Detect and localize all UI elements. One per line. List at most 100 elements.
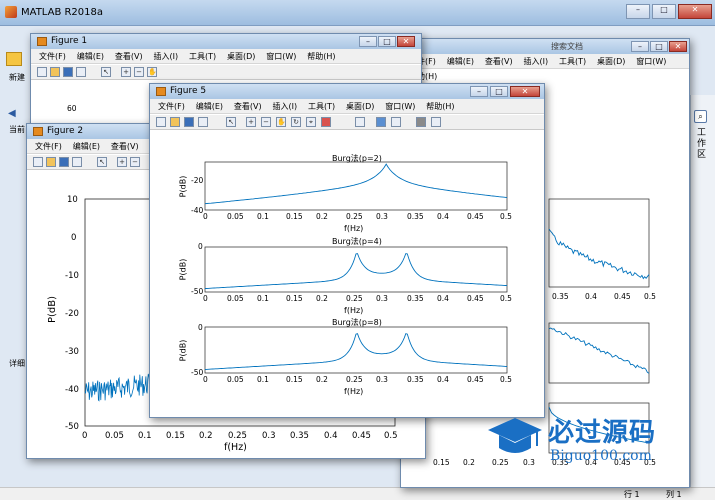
subplot-p4-ylabel: P(dB) [178,258,188,281]
watermark: 必过源码 Biguo100.com [484,410,684,468]
xtick: 0.3 [376,375,388,384]
xtick: 0 [203,294,208,303]
subplot-p2-xticks: 0 0.05 0.1 0.15 0.2 0.25 0.3 0.35 0.4 0.… [150,212,544,222]
figure-icon [37,37,47,46]
graduation-cap-logo-icon [488,418,542,453]
xtick: 0.2 [316,212,328,221]
subplot-p4-title: Burg法(p=4) [332,237,382,246]
watermark-brand: 必过源码 [548,418,657,448]
xtick: 0.5 [644,292,656,301]
ytick: -20 [65,309,79,319]
xtick: 0.3 [262,431,276,441]
xtick: 0.25 [228,431,247,441]
xtick: 0.5 [500,375,512,384]
ytick: -40 [65,385,79,395]
xtick: 0.05 [227,212,244,221]
figure-1-menubar: 文件(F) 编辑(E) 查看(V) 插入(I) 工具(T) 桌面(D) 窗口(W… [31,49,421,64]
menu-insert[interactable]: 插入(I) [153,49,178,64]
pointer-icon[interactable]: ↖ [101,67,111,77]
new-label[interactable]: 新建 [9,72,25,83]
search-icon[interactable]: ⌕ [694,110,707,123]
print-icon[interactable] [76,67,86,77]
xtick: 0.1 [138,431,152,441]
xtick: 0.05 [227,375,244,384]
xtick: 0.15 [166,431,185,441]
matlab-logo-icon [5,6,17,18]
maximize-icon[interactable]: □ [378,36,396,47]
minimize-icon[interactable]: – [626,4,650,19]
status-col: 列 1 [666,490,682,499]
xtick: 0.4 [437,294,449,303]
menu-file[interactable]: 文件(F) [39,49,66,64]
menu-edit[interactable]: 编辑(E) [77,49,104,64]
xtick: 0.15 [286,294,303,303]
close-icon[interactable]: ✕ [397,36,415,47]
matlab-title: MATLAB R2018a [21,7,104,18]
minimize-icon[interactable]: – [359,36,377,47]
ytick: 0 [198,242,203,251]
new-figure-icon[interactable] [37,67,47,77]
xtick: 0.45 [467,294,484,303]
xtick: 0.1 [257,294,269,303]
xtick: 0.4 [437,212,449,221]
status-bar: 行 1 列 1 [0,487,715,500]
subplot-p8-title: Burg法(p=8) [332,318,382,327]
xtick: 0.1 [257,375,269,384]
watermark-url: Biguo100.com [550,448,652,464]
ytick: -20 [191,176,204,185]
bottom-xtick: 0.2 [463,458,475,467]
menu-tools[interactable]: 工具(T) [189,49,216,64]
subplot-p8-ylabel: P(dB) [178,339,188,362]
figure-1-toolbar: ↖ + − ✋ [31,65,421,80]
subplot-p4-xlabel: f(Hz) [344,306,364,315]
xtick: 0.35 [407,294,424,303]
ytick: 10 [67,195,78,205]
ytick: 0 [71,233,77,243]
xtick: 0 [82,431,88,441]
menu-help[interactable]: 帮助(H) [307,49,335,64]
xtick: 0 [203,375,208,384]
menu-desktop[interactable]: 桌面(D) [227,49,255,64]
xtick: 0.45 [467,375,484,384]
xtick: 0.35 [407,212,424,221]
new-icon[interactable] [6,52,22,66]
maximize-icon[interactable]: □ [652,4,676,19]
open-icon[interactable] [50,67,60,77]
xtick: 0.2 [199,431,213,441]
xtick: 0.3 [376,212,388,221]
figure-1-title: Figure 1 [51,36,88,46]
zoom-in-icon[interactable]: + [121,67,131,77]
figure-5-axes [204,161,508,374]
zoom-out-icon[interactable]: − [134,67,144,77]
xtick: 0.5 [500,212,512,221]
xtick: 0 [203,212,208,221]
figure-2-xlabel: f(Hz) [224,442,247,453]
menu-view[interactable]: 查看(V) [115,49,143,64]
status-row: 行 1 [624,490,640,499]
figure-1-titlebar: Figure 1 – □ ✕ [31,34,421,49]
xtick: 0.3 [376,294,388,303]
xtick: 0.4 [585,292,597,301]
subplot-p2-xlabel: f(Hz) [344,224,364,233]
pan-icon[interactable]: ✋ [147,67,157,77]
matlab-titlebar: MATLAB R2018a – □ ✕ [0,0,715,26]
xtick: 0.2 [316,294,328,303]
close-icon[interactable]: ✕ [678,4,712,19]
xtick: 0.35 [290,431,309,441]
xtick: 0.05 [105,431,124,441]
ytick: -50 [65,422,79,432]
xtick: 0.15 [286,212,303,221]
xtick: 0.25 [346,375,363,384]
xtick: 0.45 [467,212,484,221]
xtick: 0.1 [257,212,269,221]
current-folder-label: 当前 [9,125,25,134]
menu-window[interactable]: 窗口(W) [266,49,296,64]
subplot-p4-xticks: 0 0.05 0.1 0.15 0.2 0.25 0.3 0.35 0.4 0.… [150,294,544,304]
xtick: 0.25 [346,212,363,221]
details-label: 详细 [9,359,25,368]
save-icon[interactable] [63,67,73,77]
workspace-tab[interactable]: 工作区 [697,128,709,161]
back-arrow-icon[interactable]: ◀ [8,108,16,119]
xtick: 0.2 [316,375,328,384]
xtick: 0.45 [614,292,631,301]
